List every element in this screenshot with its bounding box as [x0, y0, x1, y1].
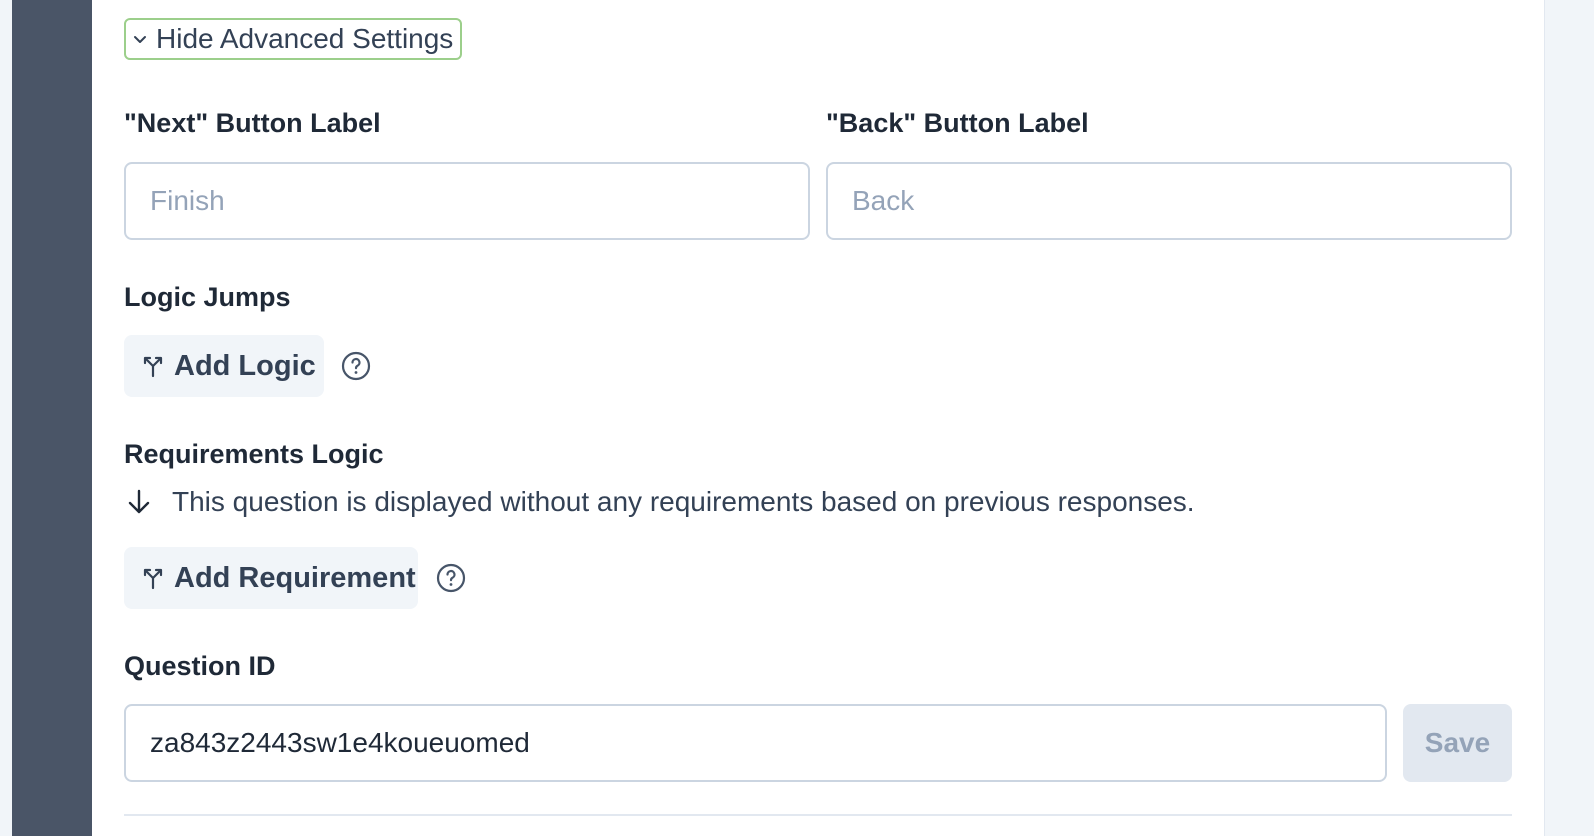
requirements-logic-heading: Requirements Logic [124, 439, 384, 469]
add-requirement-label: Add Requirement [174, 561, 416, 594]
add-logic-label: Add Logic [174, 349, 316, 382]
back-button-label-input[interactable] [826, 162, 1512, 240]
split-icon [140, 565, 166, 591]
help-circle-icon[interactable] [341, 351, 371, 381]
chevron-down-icon [132, 31, 148, 47]
hide-advanced-settings-toggle[interactable]: Hide Advanced Settings [124, 18, 462, 60]
help-circle-icon[interactable] [436, 563, 466, 593]
question-id-heading: Question ID [124, 651, 276, 681]
requirements-status: This question is displayed without any r… [124, 486, 1195, 518]
back-button-label-heading: "Back" Button Label [826, 108, 1089, 138]
question-id-input[interactable] [124, 704, 1387, 782]
add-requirement-button[interactable]: Add Requirement [124, 547, 418, 609]
question-settings-panel: Hide Advanced Settings "Next" Button Lab… [92, 0, 1544, 836]
section-divider [124, 814, 1512, 816]
split-icon [140, 353, 166, 379]
left-gutter [0, 0, 92, 836]
logic-jumps-heading: Logic Jumps [124, 282, 291, 312]
next-button-label-input[interactable] [124, 162, 810, 240]
arrow-down-icon [124, 487, 154, 517]
app-canvas: Hide Advanced Settings "Next" Button Lab… [0, 0, 1594, 836]
sidebar-strip [12, 0, 92, 836]
right-gutter [1544, 0, 1594, 836]
requirements-message: This question is displayed without any r… [172, 486, 1195, 517]
save-button[interactable]: Save [1403, 704, 1512, 782]
add-logic-button[interactable]: Add Logic [124, 335, 324, 397]
next-button-label-heading: "Next" Button Label [124, 108, 381, 138]
toggle-label: Hide Advanced Settings [156, 23, 454, 54]
